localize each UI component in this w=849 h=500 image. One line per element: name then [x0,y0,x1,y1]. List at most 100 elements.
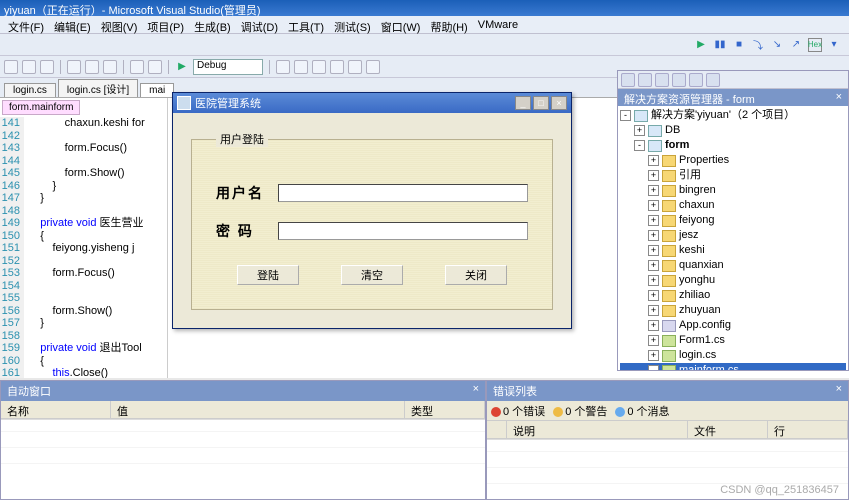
tool-icon-4[interactable] [330,60,344,74]
password-label: 密 码 [216,221,278,241]
document-tab[interactable]: mai [140,83,174,97]
step-out-icon[interactable]: ↗ [789,38,803,52]
tree-item[interactable]: +jesz [620,228,846,243]
username-input[interactable] [278,184,528,202]
tree-item[interactable]: +keshi [620,243,846,258]
column-header[interactable]: 名称 [1,401,111,418]
panel-close-icon[interactable]: × [836,91,842,104]
menu-item[interactable]: 编辑(E) [50,18,95,31]
se-tool-2[interactable] [638,73,652,87]
errorlist-close-icon[interactable]: × [836,383,842,399]
error-filter-tab[interactable]: 0 个消息 [615,403,669,419]
solution-tree[interactable]: -解决方案'yiyuan'（2 个项目）+DB-form+Properties+… [618,106,848,370]
menu-item[interactable]: 调试(D) [237,18,282,31]
column-header[interactable]: 值 [111,401,405,418]
menu-item[interactable]: 视图(V) [97,18,142,31]
tool-icon-6[interactable] [366,60,380,74]
autos-close-icon[interactable]: × [473,383,479,399]
tree-item[interactable]: +feiyong [620,213,846,228]
password-input[interactable] [278,222,528,240]
tool-icon-2[interactable] [294,60,308,74]
open-icon[interactable] [22,60,36,74]
tree-item[interactable]: +login.cs [620,348,846,363]
menu-item[interactable]: 文件(F) [4,18,48,31]
se-tool-5[interactable] [689,73,703,87]
pause-icon[interactable]: ▮▮ [713,38,727,52]
continue-icon[interactable]: ▶ [694,38,708,52]
tree-item[interactable]: +bingren [620,183,846,198]
tree-root[interactable]: -解决方案'yiyuan'（2 个项目） [620,108,846,123]
column-header[interactable]: 文件 [688,421,768,438]
clear-button[interactable]: 清空 [341,265,403,285]
menu-item[interactable]: 帮助(H) [426,18,471,31]
tree-item[interactable]: -mainform.cs [620,363,846,370]
se-tool-4[interactable] [672,73,686,87]
step-over-icon[interactable]: ⤵ [751,38,765,52]
tree-item[interactable]: +引用 [620,168,846,183]
close-button[interactable]: 关闭 [445,265,507,285]
tree-item[interactable]: +Properties [620,153,846,168]
se-tool-3[interactable] [655,73,669,87]
stop-icon[interactable]: ■ [732,38,746,52]
class-dropdown[interactable]: form.mainform [2,100,80,115]
minimize-icon[interactable]: _ [515,96,531,110]
autos-grid[interactable] [1,419,485,479]
tree-item[interactable]: +quanxian [620,258,846,273]
dialog-title: 医院管理系统 [195,95,261,111]
tool-icon-5[interactable] [348,60,362,74]
menu-item[interactable]: 窗口(W) [377,18,425,31]
config-dropdown[interactable]: Debug [193,59,263,75]
undo-icon[interactable] [130,60,144,74]
autos-title: 自动窗口 [7,383,51,399]
tree-item[interactable]: +zhiliao [620,288,846,303]
document-tab[interactable]: login.cs [4,83,56,97]
dialog-title-bar[interactable]: 医院管理系统 _ □ × [173,93,571,113]
app-title-text: yiyuan（正在运行）- Microsoft Visual Studio(管理… [4,5,261,17]
code-editor[interactable]: form.mainform 141 chaxun.keshi for142143… [0,98,168,378]
error-filter-tab[interactable]: 0 个警告 [553,403,607,419]
menu-item[interactable]: 测试(S) [330,18,375,31]
tree-project[interactable]: +DB [620,123,846,138]
error-filter-tab[interactable]: 0 个错误 [491,403,545,419]
document-tab[interactable]: login.cs [设计] [58,79,138,97]
step-into-icon[interactable]: ↘ [770,38,784,52]
new-icon[interactable] [4,60,18,74]
windows-icon[interactable]: ▾ [827,38,841,52]
menu-item[interactable]: 项目(P) [143,18,188,31]
column-header[interactable]: 说明 [507,421,688,438]
login-group: 用户登陆 用户名 密 码 登陆 清空 关闭 [191,131,553,310]
maximize-icon[interactable]: □ [533,96,549,110]
tool-icon-3[interactable] [312,60,326,74]
tree-project[interactable]: -form [620,138,846,153]
redo-icon[interactable] [148,60,162,74]
error-list-window: 错误列表× 0 个错误0 个警告0 个消息 说明文件行 [486,380,849,500]
solution-toolbar [618,71,848,89]
paste-icon[interactable] [103,60,117,74]
column-header[interactable]: 行 [768,421,848,438]
cut-icon[interactable] [67,60,81,74]
se-tool-6[interactable] [706,73,720,87]
save-icon[interactable] [40,60,54,74]
username-label: 用户名 [216,183,278,203]
tree-item[interactable]: +App.config [620,318,846,333]
login-button[interactable]: 登陆 [237,265,299,285]
menu-item[interactable]: 生成(B) [190,18,235,31]
se-tool-1[interactable] [621,73,635,87]
copy-icon[interactable] [85,60,99,74]
tree-item[interactable]: +yonghu [620,273,846,288]
close-icon[interactable]: × [551,96,567,110]
start-icon[interactable]: ▶ [175,60,189,74]
tree-item[interactable]: +chaxun [620,198,846,213]
dialog-icon [177,96,191,110]
tree-item[interactable]: +zhuyuan [620,303,846,318]
tool-icon-1[interactable] [276,60,290,74]
menu-item[interactable]: VMware [474,18,522,31]
login-dialog: 医院管理系统 _ □ × 用户登陆 用户名 密 码 登陆 清空 关闭 [172,92,572,329]
menu-item[interactable]: 工具(T) [284,18,328,31]
column-header[interactable] [487,421,507,438]
column-header[interactable]: 类型 [405,401,485,418]
app-title-bar: yiyuan（正在运行）- Microsoft Visual Studio(管理… [0,0,849,16]
debug-toolbar: ▶ ▮▮ ■ ⤵ ↘ ↗ Hex ▾ [0,34,849,56]
tree-item[interactable]: +Form1.cs [620,333,846,348]
hex-icon[interactable]: Hex [808,38,822,52]
